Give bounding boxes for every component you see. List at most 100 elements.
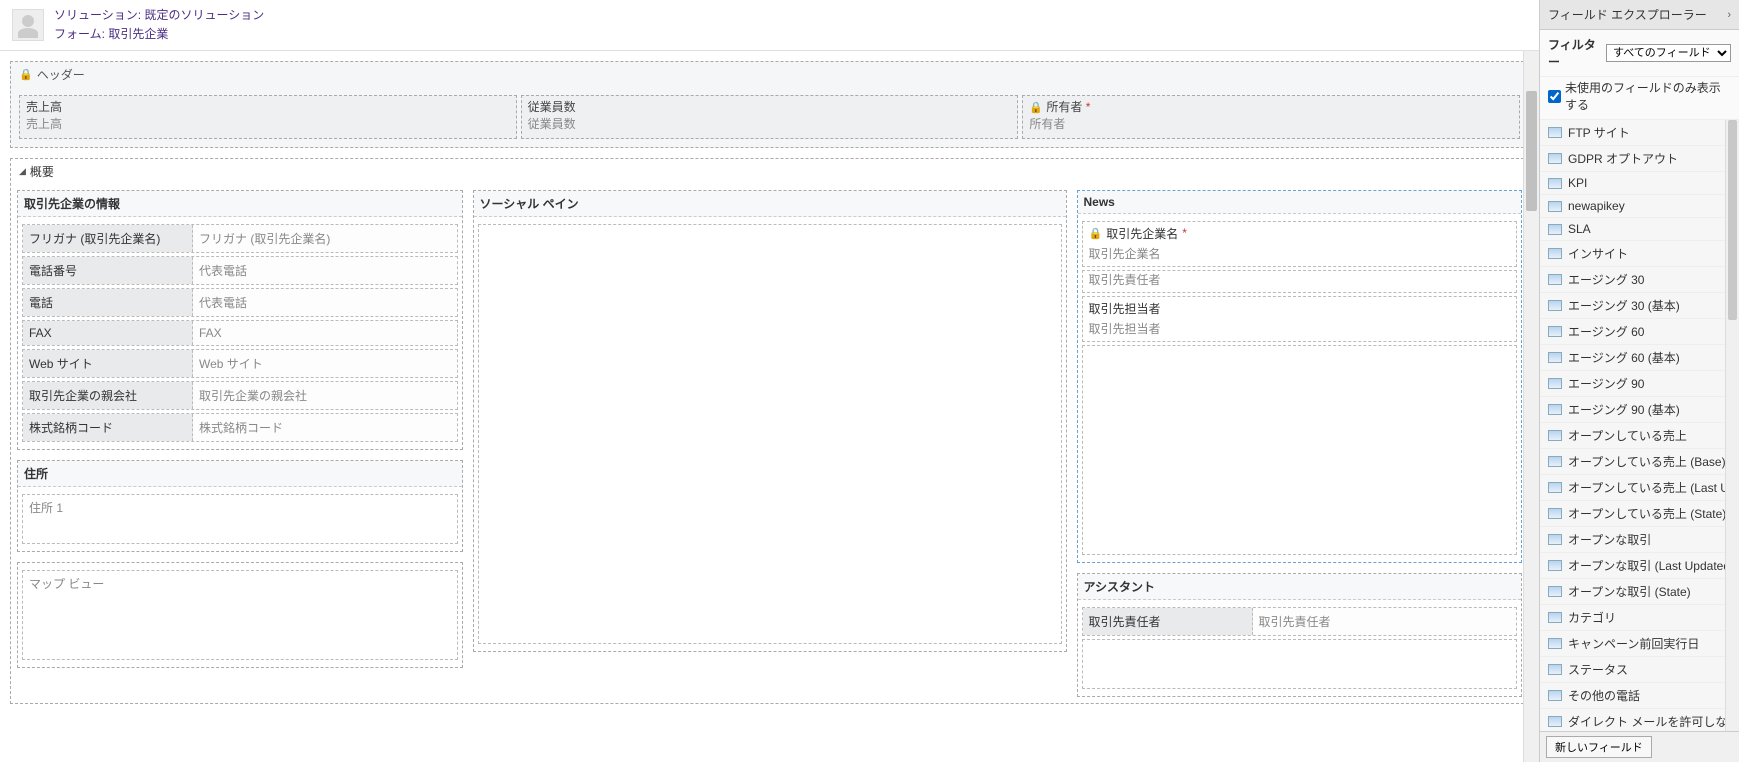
field-list-item[interactable]: SLA [1540, 218, 1739, 241]
field-list-scrollbar-thumb[interactable] [1728, 120, 1737, 320]
filter-label: フィルター [1548, 36, 1602, 70]
news-field[interactable]: 🔒取引先企業名 *取引先企業名 [1082, 221, 1518, 267]
field-icon [1548, 664, 1562, 675]
unused-only-checkbox[interactable] [1548, 90, 1561, 103]
field-explorer-header[interactable]: フィールド エクスプローラー › [1540, 0, 1739, 30]
field-list-item[interactable]: オープンしている売上 (State) [1540, 501, 1739, 527]
assistant-section[interactable]: アシスタント 取引先責任者 取引先責任者 [1077, 573, 1523, 697]
field-list-item[interactable]: ダイレクト メールを許可しない [1540, 709, 1739, 731]
field-list-item[interactable]: オープンな取引 [1540, 527, 1739, 553]
field-list-item[interactable]: オープンしている売上 [1540, 423, 1739, 449]
assistant-placeholder[interactable] [1082, 639, 1518, 689]
solution-name: 既定のソリューション [144, 8, 264, 22]
field-list-item[interactable]: オープンしている売上 (Base) [1540, 449, 1739, 475]
column-3: News 🔒取引先企業名 *取引先企業名取引先責任者取引先担当者取引先担当者 ア… [1077, 190, 1523, 697]
field-list-item[interactable]: GDPR オプトアウト [1540, 146, 1739, 172]
field-list-item-label: SLA [1568, 222, 1591, 236]
field-icon [1548, 690, 1562, 701]
form-field-row[interactable]: Web サイトWeb サイト [22, 349, 458, 378]
social-pane-placeholder[interactable] [478, 224, 1062, 644]
new-field-button[interactable]: 新しいフィールド [1546, 736, 1652, 758]
header-field-placeholder: 従業員数 [528, 115, 1012, 132]
address-field[interactable]: 住所 1 [22, 494, 458, 544]
field-list-item[interactable]: オープンな取引 (Last Updated On) [1540, 553, 1739, 579]
field-label: 電話番号 [23, 257, 193, 284]
header-section[interactable]: 🔒 ヘッダー 売上高売上高従業員数従業員数🔒 所有者 *所有者 [10, 61, 1529, 148]
lock-icon: 🔒 [1029, 102, 1043, 114]
account-info-section[interactable]: 取引先企業の情報 フリガナ (取引先企業名)フリガナ (取引先企業名)電話番号代… [17, 190, 463, 450]
field-list-item[interactable]: インサイト [1540, 241, 1739, 267]
assistant-title: アシスタント [1078, 574, 1522, 600]
header-field-cell[interactable]: 売上高売上高 [19, 95, 517, 139]
field-icon [1548, 274, 1562, 285]
form-field-row[interactable]: 株式銘柄コード株式銘柄コード [22, 413, 458, 442]
field-list-item[interactable]: カテゴリ [1540, 605, 1739, 631]
news-field[interactable]: 取引先担当者取引先担当者 [1082, 296, 1518, 342]
field-list-item[interactable]: オープンしている売上 (Last Update… [1540, 475, 1739, 501]
news-field[interactable]: 取引先責任者 [1082, 270, 1518, 293]
filter-row: フィルター すべてのフィールド [1540, 30, 1739, 77]
header-field-cell[interactable]: 従業員数従業員数 [521, 95, 1019, 139]
field-list-item-label: KPI [1568, 176, 1587, 190]
field-icon [1548, 153, 1562, 164]
header-field-label: 所有者 [1046, 100, 1082, 114]
field-explorer-footer: 新しいフィールド [1540, 731, 1739, 762]
field-list-item[interactable]: エージング 90 [1540, 371, 1739, 397]
field-icon [1548, 404, 1562, 415]
field-list-item[interactable]: エージング 60 [1540, 319, 1739, 345]
column-2: ソーシャル ペイン [473, 190, 1067, 697]
address-section[interactable]: 住所 住所 1 [17, 460, 463, 552]
form-field-row[interactable]: 電話番号代表電話 [22, 256, 458, 285]
field-list-item[interactable]: エージング 30 [1540, 267, 1739, 293]
field-label: 株式銘柄コード [23, 414, 193, 441]
field-list-item[interactable]: キャンペーン前回実行日 [1540, 631, 1739, 657]
news-section[interactable]: News 🔒取引先企業名 *取引先企業名取引先責任者取引先担当者取引先担当者 [1077, 190, 1523, 563]
field-list-item[interactable]: オープンな取引 (State) [1540, 579, 1739, 605]
news-title: News [1078, 191, 1522, 214]
news-fields: 🔒取引先企業名 *取引先企業名取引先責任者取引先担当者取引先担当者 [1078, 214, 1522, 562]
news-placeholder[interactable] [1082, 345, 1518, 555]
field-list-item[interactable]: KPI [1540, 172, 1739, 195]
field-list-item-label: エージング 60 [1568, 323, 1644, 340]
field-list[interactable]: FTP サイトGDPR オプトアウトKPInewapikeySLAインサイトエー… [1540, 120, 1739, 731]
entity-avatar-icon [12, 9, 44, 41]
field-list-item[interactable]: その他の電話 [1540, 683, 1739, 709]
map-section[interactable]: マップ ビュー [17, 562, 463, 668]
form-field-row[interactable]: 取引先企業の親会社取引先企業の親会社 [22, 381, 458, 410]
field-list-item-label: オープンしている売上 [1568, 427, 1687, 444]
assistant-field-value: 取引先責任者 [1253, 608, 1517, 635]
filter-select[interactable]: すべてのフィールド [1606, 44, 1731, 62]
topbar: ソリューション: 既定のソリューション フォーム: 取引先企業 [0, 0, 1539, 51]
assistant-field-row[interactable]: 取引先責任者 取引先責任者 [1082, 607, 1518, 636]
field-list-item-label: エージング 60 (基本) [1568, 349, 1680, 366]
summary-tab[interactable]: 概要 取引先企業の情報 フリガナ (取引先企業名)フリガナ (取引先企業名)電話… [10, 158, 1529, 704]
field-list-item[interactable]: エージング 90 (基本) [1540, 397, 1739, 423]
field-icon [1548, 248, 1562, 259]
unused-only-row[interactable]: 未使用のフィールドのみ表示する [1540, 77, 1739, 120]
field-list-item[interactable]: FTP サイト [1540, 120, 1739, 146]
form-field-row[interactable]: FAXFAX [22, 320, 458, 346]
field-list-scrollbar[interactable] [1725, 120, 1739, 731]
field-list-item[interactable]: newapikey [1540, 195, 1739, 218]
field-explorer-panel: フィールド エクスプローラー › フィルター すべてのフィールド 未使用のフィー… [1539, 0, 1739, 762]
form-field-row[interactable]: フリガナ (取引先企業名)フリガナ (取引先企業名) [22, 224, 458, 253]
header-field-cell[interactable]: 🔒 所有者 *所有者 [1022, 95, 1520, 139]
editor-scrollbar[interactable] [1523, 51, 1539, 762]
social-pane-section[interactable]: ソーシャル ペイン [473, 190, 1067, 652]
news-field-placeholder: 取引先企業名 [1083, 245, 1517, 266]
field-icon [1548, 378, 1562, 389]
map-view-field[interactable]: マップ ビュー [22, 570, 458, 660]
field-label: 電話 [23, 289, 193, 316]
field-list-item[interactable]: エージング 30 (基本) [1540, 293, 1739, 319]
field-list-item[interactable]: ステータス [1540, 657, 1739, 683]
scrollbar-thumb[interactable] [1526, 91, 1537, 211]
field-list-item-label: オープンしている売上 (Base) [1568, 453, 1726, 470]
tab-title[interactable]: 概要 [11, 159, 1528, 184]
field-icon [1548, 638, 1562, 649]
field-placeholder: Web サイト [193, 350, 457, 377]
field-list-item[interactable]: エージング 60 (基本) [1540, 345, 1739, 371]
chevron-right-icon[interactable]: › [1727, 9, 1731, 21]
editor-area[interactable]: 🔒 ヘッダー 売上高売上高従業員数従業員数🔒 所有者 *所有者 概要 取引先企業… [0, 51, 1539, 762]
form-field-row[interactable]: 電話代表電話 [22, 288, 458, 317]
field-icon [1548, 224, 1562, 235]
